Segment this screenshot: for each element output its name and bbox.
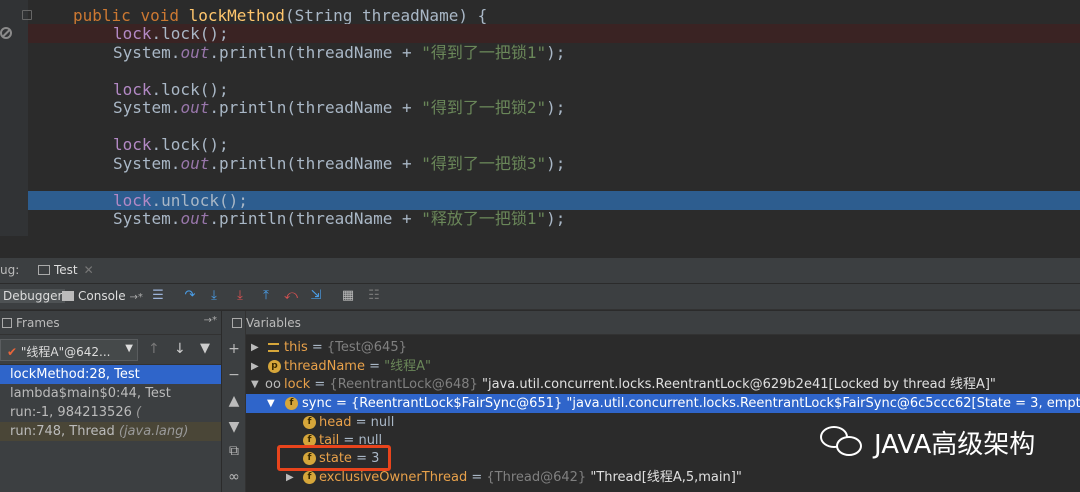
code-line-signature: public void lockMethod(String threadName… [73,6,488,25]
variable-row-this[interactable]: ▶ this = {Test@645} [246,338,1080,357]
move-up-icon[interactable]: ▲ [226,393,242,409]
wechat-icon [818,422,866,462]
debug-label: ug: [0,263,20,277]
step-out-icon[interactable]: ⤒ [258,288,274,304]
console-icon [62,291,74,301]
step-into-icon[interactable]: ⤓ [206,288,222,304]
code-line: System.out.println(threadName + "得到了一把锁3… [113,154,566,173]
parameter-icon: p [268,360,281,373]
thread-check-icon: ✔ [7,345,18,359]
close-tab-icon[interactable]: ✕ [84,263,94,277]
breakpoint-disabled-icon[interactable] [0,27,12,39]
variables-panel-icon [232,318,242,328]
variable-row-threadname[interactable]: ▶ p threadName = "线程A" [246,357,1080,376]
watermark-text: JAVA高级架构 [874,429,1036,460]
move-down-icon[interactable]: ▼ [226,419,242,435]
frame-item[interactable]: run:-1, 984213526 ( [0,403,221,422]
editor-gutter[interactable] [0,0,32,236]
drop-frame-icon[interactable]: ⤺ [283,288,299,304]
trace-icon[interactable]: ☷ [366,288,382,304]
code-line: System.out.println(threadName + "释放了一把锁1… [113,209,566,228]
debug-toolbar: Debugger Console →* ☰ ↷ ⤓ ⤓ ⤒ ⤺ ⇲ ▦ ☷ [0,284,1080,310]
watches-glasses-icon[interactable]: ∞ [226,469,242,485]
code-line: lock.lock(); [28,24,1080,43]
tab-test[interactable]: Test ✕ [32,261,100,281]
code-line: System.out.println(threadName + "得到了一把锁1… [113,43,566,62]
frames-header: Frames →* [0,311,221,335]
field-icon: f [285,397,298,410]
filter-icon[interactable]: ▼ [200,341,210,356]
tab-console[interactable]: Console →* [62,289,143,303]
field-icon: f [303,416,316,429]
collapse-icon[interactable]: ▼ [251,375,261,394]
step-over-icon[interactable]: ↷ [182,288,198,304]
down-arrow-icon[interactable]: ↓ [174,341,186,357]
remove-watch-icon[interactable]: − [226,367,242,383]
thread-select[interactable]: ✔ "线程A"@642... ▼ [0,339,138,361]
watch-glasses-icon: oo [265,377,281,392]
fields-icon [268,343,279,352]
frames-panel: Frames →* ✔ "线程A"@642... ▼ ↑ ↓ ▼ lockMet… [0,311,222,492]
thread-selector-row: ✔ "线程A"@642... ▼ ↑ ↓ ▼ [0,335,221,365]
frame-item[interactable]: lambda$main$0:44, Test [0,384,221,403]
variables-header: Variables [232,311,1080,335]
expand-icon[interactable]: ▶ [251,357,261,376]
chevron-down-icon: ▼ [125,343,133,354]
watermark: JAVA高级架构 [818,420,1035,464]
code-line-current: lock.unlock(); [28,191,1080,210]
state-highlight-box [277,445,391,471]
run-config-icon [38,265,50,275]
variable-row-lock[interactable]: ▼ oo lock = {ReentrantLock@648} "java.ut… [246,375,1080,394]
frames-panel-icon [2,318,12,328]
pin-icon[interactable]: →* [204,315,217,326]
tab-debugger[interactable]: Debugger [0,289,66,303]
collapse-icon[interactable]: ▼ [267,394,277,413]
expand-icon[interactable]: ▶ [251,338,261,357]
ide-window: public void lockMethod(String threadName… [0,0,1080,492]
frame-item[interactable]: run:748, Thread (java.lang) [0,422,221,441]
run-to-cursor-icon[interactable]: ⇲ [308,288,324,304]
variable-row-sync[interactable]: ▼ f sync = {ReentrantLock$FairSync@651} … [246,394,1080,413]
code-editor[interactable]: public void lockMethod(String threadName… [0,0,1080,236]
up-arrow-icon[interactable]: ↑ [148,341,160,357]
menu-icon[interactable]: ☰ [150,288,166,304]
copy-icon[interactable]: ⧉ [226,443,242,459]
code-line: lock.lock(); [113,80,229,99]
add-watch-icon[interactable]: + [226,341,242,357]
field-icon: f [303,471,316,484]
code-line: lock.lock(); [113,135,229,154]
frame-item[interactable]: lockMethod:28, Test [0,365,221,384]
variables-sidebar: + − ▲ ▼ ⧉ ∞ [222,311,246,492]
debug-tabbar: ug: Test ✕ [0,258,1080,284]
evaluate-icon[interactable]: ▦ [340,288,356,304]
code-line: System.out.println(threadName + "得到了一把锁2… [113,98,566,117]
force-step-into-icon[interactable]: ⤓ [232,288,248,304]
